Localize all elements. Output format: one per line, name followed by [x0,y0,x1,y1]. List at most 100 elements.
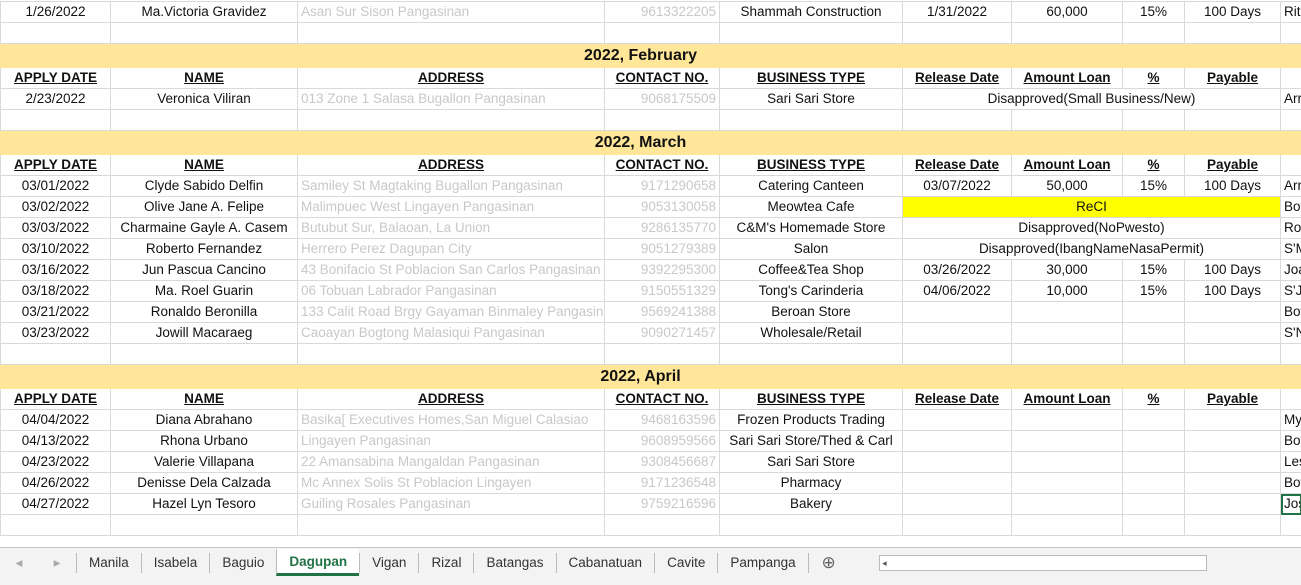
percent-cell[interactable] [1122,322,1185,344]
empty-cell[interactable] [297,514,605,536]
name-cell[interactable]: Rhona Urbano [110,430,298,452]
apply-date-cell[interactable]: 04/26/2022 [0,472,111,494]
percent-cell[interactable] [1122,451,1185,473]
sheet-tab-pampanga[interactable]: Pampanga [717,552,807,573]
name-cell[interactable]: Jowill Macaraeg [110,322,298,344]
empty-cell[interactable] [1184,514,1281,536]
amount-loan-cell[interactable] [1011,472,1123,494]
address-cell[interactable]: 43 Bonifacio St Poblacion San Carlos Pan… [297,259,605,281]
empty-cell[interactable] [0,343,111,365]
payable-cell[interactable] [1184,322,1281,344]
payable-cell[interactable]: 100 Days [1184,259,1281,281]
extra-cell[interactable]: Roc [1280,217,1301,239]
empty-cell[interactable] [902,109,1012,131]
contact-cell[interactable]: 9613322205 [604,1,720,23]
spreadsheet-grid[interactable]: 1/26/2022 Ma.Victoria Gravidez Asan Sur Si… [0,1,1301,536]
extra-cell[interactable]: Bov [1280,301,1301,323]
payable-cell[interactable]: 100 Days [1184,175,1281,197]
address-cell[interactable]: 013 Zone 1 Salasa Bugallon Pangasinan [297,88,605,110]
address-cell[interactable]: Herrero Perez Dagupan City [297,238,605,260]
payable-cell[interactable] [1184,430,1281,452]
empty-cell[interactable] [1122,22,1185,44]
empty-cell[interactable] [719,514,903,536]
name-cell[interactable]: Ma. Roel Guarin [110,280,298,302]
business-type-cell[interactable]: Beroan Store [719,301,903,323]
business-type-cell[interactable]: Sari Sari Store [719,88,903,110]
empty-cell[interactable] [110,514,298,536]
empty-cell[interactable] [604,514,720,536]
empty-cell[interactable] [0,514,111,536]
status-cell[interactable]: Disapproved(Small Business/New) [902,88,1281,110]
empty-cell[interactable] [604,343,720,365]
business-type-cell[interactable]: C&M's Homemade Store [719,217,903,239]
apply-date-cell[interactable]: 04/23/2022 [0,451,111,473]
empty-cell[interactable] [719,22,903,44]
empty-cell[interactable] [902,343,1012,365]
empty-cell[interactable] [1122,514,1185,536]
apply-date-cell[interactable]: 03/23/2022 [0,322,111,344]
empty-cell[interactable] [719,109,903,131]
empty-cell[interactable] [297,22,605,44]
address-cell[interactable]: Mc Annex Solis St Poblacion Lingayen [297,472,605,494]
empty-cell[interactable] [902,514,1012,536]
apply-date-cell[interactable]: 03/18/2022 [0,280,111,302]
tab-scroll-left-icon[interactable]: ◂ [0,555,38,571]
empty-cell[interactable] [1280,364,1301,389]
amount-loan-cell[interactable] [1011,430,1123,452]
business-type-cell[interactable]: Tong's Carinderia [719,280,903,302]
extra-cell[interactable]: My [1280,409,1301,431]
percent-cell[interactable] [1122,409,1185,431]
empty-cell[interactable] [110,109,298,131]
business-type-cell[interactable]: Shammah Construction [719,1,903,23]
contact-cell[interactable]: 9286135770 [604,217,720,239]
contact-cell[interactable]: 9759216596 [604,493,720,515]
address-cell[interactable]: Basika[ Executives Homes,San Miguel Cala… [297,409,605,431]
name-cell[interactable]: Veronica Viliran [110,88,298,110]
empty-cell[interactable] [110,22,298,44]
business-type-cell[interactable]: Meowtea Cafe [719,196,903,218]
contact-cell[interactable]: 9171236548 [604,472,720,494]
release-date-cell[interactable] [902,493,1012,515]
amount-loan-cell[interactable] [1011,409,1123,431]
sheet-tab-rizal[interactable]: Rizal [418,552,473,573]
apply-date-cell[interactable]: 1/26/2022 [0,1,111,23]
amount-loan-cell[interactable]: 60,000 [1011,1,1123,23]
percent-cell[interactable]: 15% [1122,280,1185,302]
empty-cell[interactable] [297,109,605,131]
address-cell[interactable]: Butubut Sur, Balaoan, La Union [297,217,605,239]
name-cell[interactable]: Hazel Lyn Tesoro [110,493,298,515]
business-type-cell[interactable]: Sari Sari Store [719,451,903,473]
percent-cell[interactable]: 15% [1122,259,1185,281]
sheet-tab-dagupan[interactable]: Dagupan [276,549,360,576]
release-date-cell[interactable] [902,430,1012,452]
empty-cell[interactable] [1280,154,1301,176]
percent-cell[interactable] [1122,472,1185,494]
tab-scroll-right-icon[interactable]: ▸ [38,555,76,571]
empty-cell[interactable] [1122,109,1185,131]
status-cell[interactable]: Disapproved(NoPwesto) [902,217,1281,239]
contact-cell[interactable]: 9068175509 [604,88,720,110]
apply-date-cell[interactable]: 2/23/2022 [0,88,111,110]
business-type-cell[interactable]: Frozen Products Trading [719,409,903,431]
contact-cell[interactable]: 9308456687 [604,451,720,473]
empty-cell[interactable] [1280,67,1301,89]
release-date-cell[interactable]: 1/31/2022 [902,1,1012,23]
empty-cell[interactable] [1280,343,1301,365]
extra-cell[interactable]: Rit [1280,1,1301,23]
business-type-cell[interactable]: Bakery [719,493,903,515]
sheet-tab-manila[interactable]: Manila [76,552,141,573]
empty-cell[interactable] [1184,109,1281,131]
empty-cell[interactable] [604,22,720,44]
extra-cell[interactable]: S'N [1280,322,1301,344]
empty-cell[interactable] [719,343,903,365]
contact-cell[interactable]: 9468163596 [604,409,720,431]
address-cell[interactable]: 133 Calit Road Brgy Gayaman Binmaley Pan… [297,301,605,323]
release-date-cell[interactable] [902,472,1012,494]
name-cell[interactable]: Ma.Victoria Gravidez [110,1,298,23]
empty-cell[interactable] [1011,109,1123,131]
address-cell[interactable]: Caoayan Bogtong Malasiqui Pangasinan [297,322,605,344]
percent-cell[interactable] [1122,301,1185,323]
contact-cell[interactable]: 9090271457 [604,322,720,344]
empty-cell[interactable] [1122,343,1185,365]
sheet-tab-vigan[interactable]: Vigan [359,552,418,573]
